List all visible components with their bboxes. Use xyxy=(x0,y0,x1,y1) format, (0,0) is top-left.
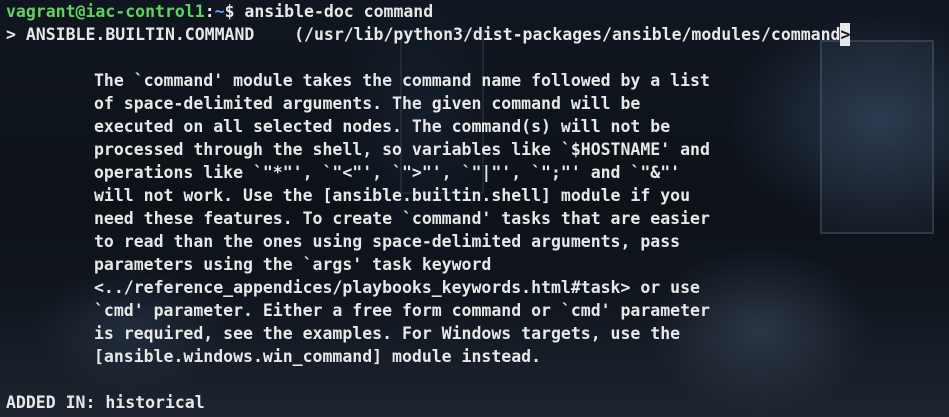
description-line: operations like `"*"', `"<"', `">"', `"|… xyxy=(94,163,681,182)
added-in-line: ADDED IN: historical xyxy=(6,393,205,412)
prompt-colon: : xyxy=(204,2,215,21)
prompt-symbol: $ xyxy=(224,2,235,21)
description-line: [ansible.windows.win_command] module ins… xyxy=(94,347,542,366)
description-line: executed on all selected nodes. The comm… xyxy=(94,117,671,136)
prompt-user-host: vagrant@iac-control1 xyxy=(6,2,205,21)
description-line: processed through the shell, so variable… xyxy=(94,140,710,159)
prompt-line: vagrant@iac-control1:~$ ansible-doc comm… xyxy=(6,0,949,23)
module-header-line: > ANSIBLE.BUILTIN.COMMAND (/usr/lib/pyth… xyxy=(6,23,949,46)
command-text: ansible-doc command xyxy=(234,2,434,21)
description-line: <../reference_appendices/playbooks_keywo… xyxy=(94,278,700,297)
description-line: need these features. To create `command'… xyxy=(94,209,710,228)
description-line: to read than the ones using space-delimi… xyxy=(94,232,681,251)
description-line: `cmd' parameter. Either a free form comm… xyxy=(94,301,710,320)
description-line: will not work. Use the [ansible.builtin.… xyxy=(94,186,691,205)
module-header-text: > ANSIBLE.BUILTIN.COMMAND (/usr/lib/pyth… xyxy=(6,25,841,44)
description-line: The `command' module takes the command n… xyxy=(94,71,710,90)
description-line: is required, see the examples. For Windo… xyxy=(94,324,681,343)
description-line: of space-delimited arguments. The given … xyxy=(94,94,641,113)
terminal-window[interactable]: vagrant@iac-control1:~$ ansible-doc comm… xyxy=(0,0,949,417)
overflow-marker: > xyxy=(840,23,851,46)
description-line: parameters using the `args' task keyword xyxy=(94,255,492,274)
prompt-path: ~ xyxy=(214,2,225,21)
terminal-output: vagrant@iac-control1:~$ ansible-doc comm… xyxy=(6,0,949,414)
